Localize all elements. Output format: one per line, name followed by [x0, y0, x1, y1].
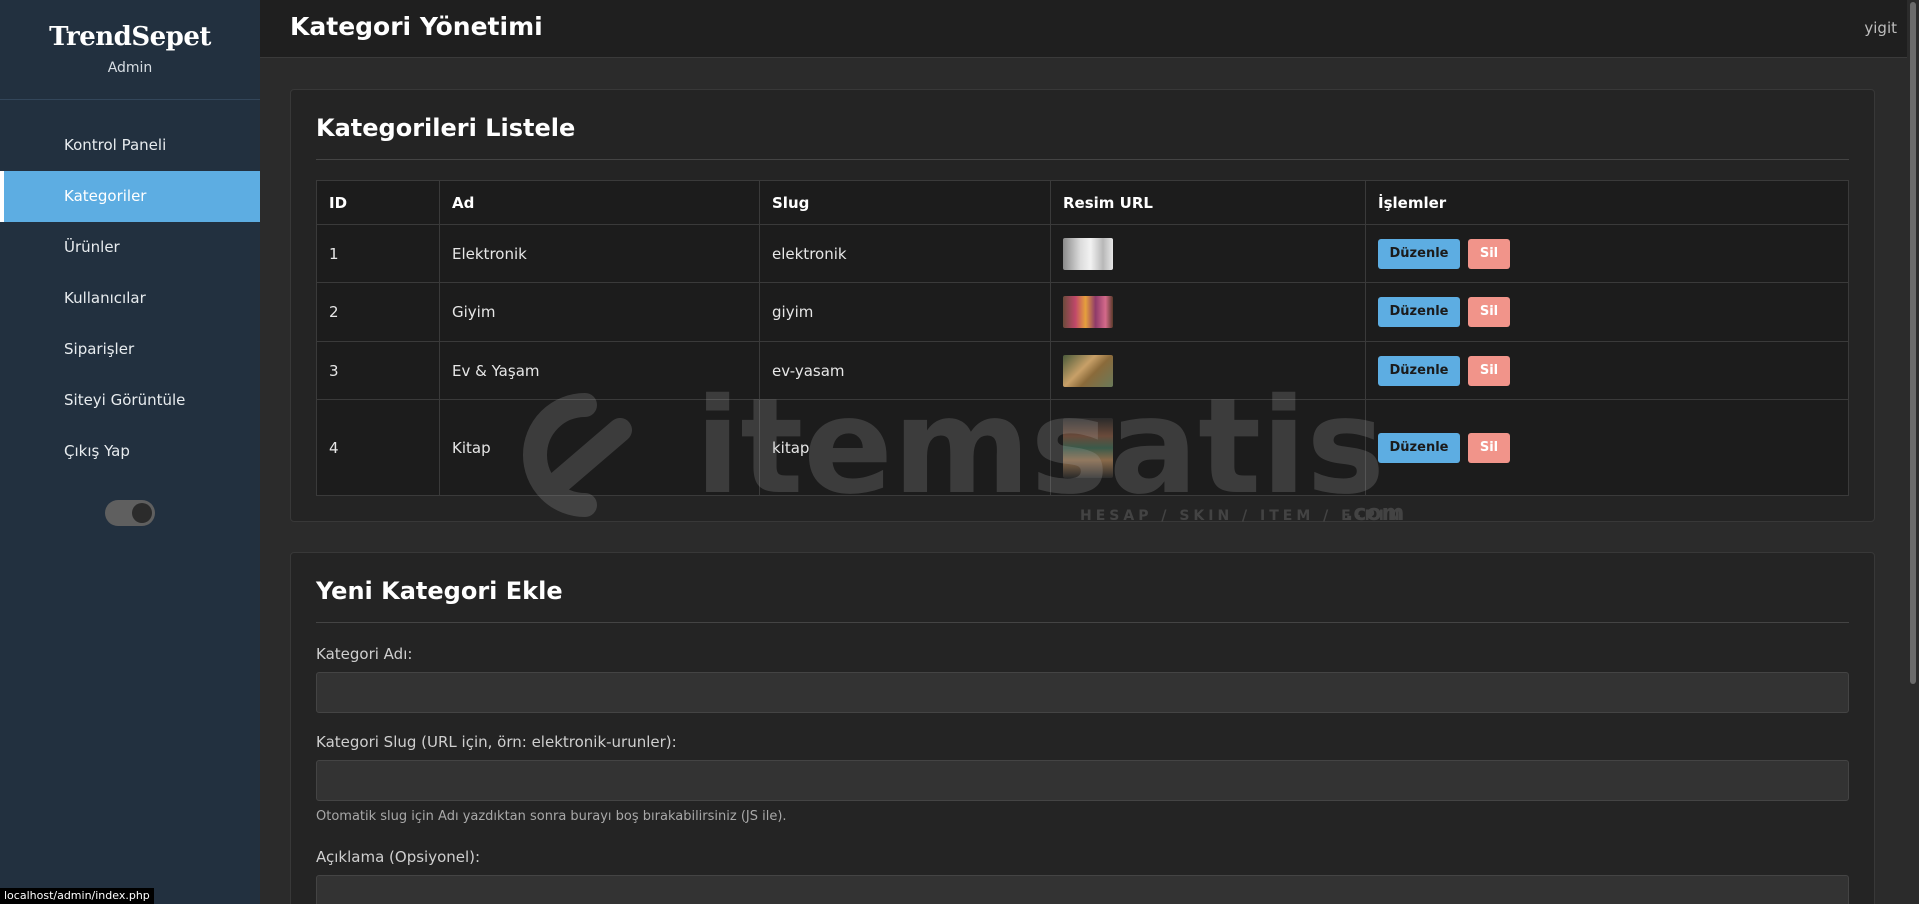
column-header-id: ID	[316, 180, 440, 225]
cell-image	[1050, 399, 1366, 496]
cell-image	[1050, 341, 1366, 400]
category-slug-input[interactable]	[316, 760, 1849, 801]
cell-id: 1	[316, 224, 440, 283]
sidebar-item-dashboard[interactable]: Kontrol Paneli	[0, 120, 260, 171]
cell-slug: ev-yasam	[759, 341, 1051, 400]
cell-actions: Düzenle Sil	[1365, 224, 1849, 283]
toggle-knob	[132, 503, 152, 523]
table-row: 1 Elektronik elektronik Düzenle Sil	[316, 224, 1849, 283]
column-header-name: Ad	[439, 180, 760, 225]
cell-slug: elektronik	[759, 224, 1051, 283]
category-slug-label: Kategori Slug (URL için, örn: elektronik…	[316, 733, 677, 751]
sidebar-item-orders[interactable]: Siparişler	[0, 324, 260, 375]
category-name-input[interactable]	[316, 672, 1849, 713]
category-thumbnail[interactable]	[1063, 417, 1113, 478]
topbar: Kategori Yönetimi yigit	[260, 0, 1907, 58]
category-thumbnail[interactable]	[1063, 296, 1113, 328]
cell-id: 3	[316, 341, 440, 400]
sidebar: TrendSepet Admin Kontrol Paneli Kategori…	[0, 0, 260, 904]
new-category-card: Yeni Kategori Ekle Kategori Adı: Kategor…	[290, 552, 1875, 904]
category-thumbnail[interactable]	[1063, 237, 1113, 270]
description-input[interactable]	[316, 875, 1849, 904]
sidebar-item-categories[interactable]: Kategoriler	[0, 171, 260, 222]
new-category-title: Yeni Kategori Ekle	[316, 577, 563, 605]
edit-button[interactable]: Düzenle	[1378, 432, 1460, 463]
table-row: 4 Kitap kitap Düzenle Sil	[316, 399, 1849, 496]
column-header-actions: İşlemler	[1365, 180, 1849, 225]
page-title: Kategori Yönetimi	[290, 12, 543, 41]
category-name-label: Kategori Adı:	[316, 645, 413, 663]
edit-button[interactable]: Düzenle	[1378, 297, 1460, 327]
cell-actions: Düzenle Sil	[1365, 282, 1849, 342]
user-name[interactable]: yigit	[1864, 19, 1897, 37]
cell-id: 4	[316, 399, 440, 496]
cell-actions: Düzenle Sil	[1365, 399, 1849, 496]
sidebar-item-view-site[interactable]: Siteyi Görüntüle	[0, 375, 260, 426]
cell-name: Giyim	[439, 282, 760, 342]
category-list-card: Kategorileri Listele ID Ad Slug Resim UR…	[290, 89, 1875, 522]
page-scrollbar[interactable]	[1907, 0, 1919, 904]
delete-button[interactable]: Sil	[1468, 355, 1510, 386]
browser-status-url: localhost/admin/index.php	[0, 888, 154, 904]
category-thumbnail[interactable]	[1063, 354, 1113, 387]
sidebar-item-products[interactable]: Ürünler	[0, 222, 260, 273]
cell-slug: kitap	[759, 399, 1051, 496]
cell-slug: giyim	[759, 282, 1051, 342]
sidebar-nav: Kontrol Paneli Kategoriler Ürünler Kulla…	[0, 120, 260, 477]
edit-button[interactable]: Düzenle	[1378, 355, 1460, 386]
brand-subtitle: Admin	[107, 60, 153, 76]
sidebar-item-users[interactable]: Kullanıcılar	[0, 273, 260, 324]
edit-button[interactable]: Düzenle	[1378, 238, 1460, 269]
table-row: 2 Giyim giyim Düzenle Sil	[316, 282, 1849, 342]
category-list-title: Kategorileri Listele	[316, 114, 576, 142]
cell-image	[1050, 282, 1366, 342]
cell-id: 2	[316, 282, 440, 342]
cell-name: Kitap	[439, 399, 760, 496]
cell-name: Ev & Yaşam	[439, 341, 760, 400]
column-header-image: Resim URL	[1050, 180, 1366, 225]
brand: TrendSepet Admin	[0, 0, 260, 100]
delete-button[interactable]: Sil	[1468, 297, 1510, 327]
category-table: ID Ad Slug Resim URL İşlemler 1 Elektron…	[316, 180, 1849, 496]
cell-actions: Düzenle Sil	[1365, 341, 1849, 400]
cell-image	[1050, 224, 1366, 283]
scroll-thumb[interactable]	[1910, 2, 1916, 684]
slug-hint: Otomatik slug için Adı yazdıktan sonra b…	[316, 809, 787, 824]
description-label: Açıklama (Opsiyonel):	[316, 848, 481, 866]
divider	[316, 159, 1849, 160]
brand-title[interactable]: TrendSepet	[0, 22, 260, 52]
sidebar-item-logout[interactable]: Çıkış Yap	[0, 426, 260, 477]
delete-button[interactable]: Sil	[1468, 432, 1510, 463]
cell-name: Elektronik	[439, 224, 760, 283]
table-header-row: ID Ad Slug Resim URL İşlemler	[316, 180, 1849, 225]
delete-button[interactable]: Sil	[1468, 238, 1510, 269]
table-row: 3 Ev & Yaşam ev-yasam Düzenle Sil	[316, 341, 1849, 400]
divider	[316, 622, 1849, 623]
theme-toggle[interactable]	[105, 500, 155, 526]
column-header-slug: Slug	[759, 180, 1051, 225]
